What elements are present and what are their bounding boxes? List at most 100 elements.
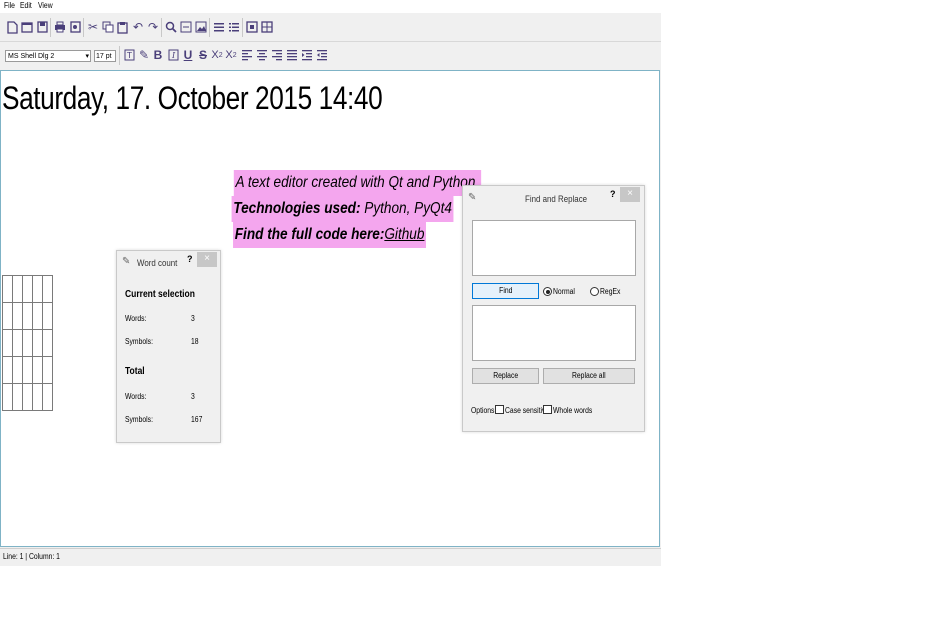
github-link[interactable]: Github xyxy=(385,226,425,243)
dialog-title: Find and Replace xyxy=(525,194,588,204)
table-cell[interactable] xyxy=(42,383,53,411)
cursor-position: Line: 1 | Column: 1 xyxy=(3,552,60,561)
banner-line-3: Find the full code here:Github xyxy=(233,222,427,248)
format-toolbar: MS Shell Dlg 2 ▾ 17 pt T ✎ B I U S X2 X2 xyxy=(0,42,661,69)
align-right-icon[interactable] xyxy=(270,47,284,63)
find-icon[interactable] xyxy=(164,19,178,35)
dialog-title: Word count xyxy=(137,258,178,268)
open-file-icon[interactable] xyxy=(20,19,34,35)
table-cell[interactable] xyxy=(42,302,53,330)
copy-icon[interactable] xyxy=(101,19,115,35)
menu-file[interactable]: File xyxy=(4,1,15,10)
font-family-select[interactable]: MS Shell Dlg 2 ▾ xyxy=(5,50,91,62)
table-cell[interactable] xyxy=(22,383,33,411)
whole-words-label: Whole words xyxy=(553,406,593,415)
document-table[interactable] xyxy=(2,275,53,411)
help-icon[interactable]: ? xyxy=(187,254,193,264)
main-toolbar: ✂ ↶ ↷ xyxy=(0,14,661,42)
dedent-icon[interactable] xyxy=(315,47,329,63)
table-cell[interactable] xyxy=(2,275,13,303)
insert-image-icon[interactable] xyxy=(179,19,193,35)
table-cell[interactable] xyxy=(42,329,53,357)
toolbar-separator xyxy=(83,18,84,37)
align-center-icon[interactable] xyxy=(255,47,269,63)
table-cell[interactable] xyxy=(32,302,43,330)
font-size-spinbox[interactable]: 17 pt xyxy=(94,50,116,62)
close-icon[interactable]: × xyxy=(620,187,640,202)
print-icon[interactable] xyxy=(53,19,67,35)
table-cell[interactable] xyxy=(2,356,13,384)
table-cell[interactable] xyxy=(12,302,23,330)
replace-input[interactable] xyxy=(472,305,636,361)
table-cell[interactable] xyxy=(12,356,23,384)
banner-tech-value: Python, PyQt4 xyxy=(360,200,452,217)
superscript-icon[interactable]: X2 xyxy=(210,47,224,63)
banner-line-1: A text editor created with Qt and Python… xyxy=(233,170,481,196)
total-symbols-label: Symbols: xyxy=(125,415,153,424)
chevron-down-icon: ▾ xyxy=(85,53,89,60)
image-icon[interactable] xyxy=(194,19,208,35)
align-justify-icon[interactable] xyxy=(285,47,299,63)
subscript-icon[interactable]: X2 xyxy=(224,47,238,63)
menu-edit[interactable]: Edit xyxy=(20,1,32,10)
find-button[interactable]: Find xyxy=(472,283,539,299)
close-icon[interactable]: × xyxy=(197,252,217,267)
save-icon[interactable] xyxy=(35,19,49,35)
toolbar-separator xyxy=(50,18,51,37)
menu-view[interactable]: View xyxy=(38,1,53,10)
table-cell[interactable] xyxy=(12,383,23,411)
underline-icon[interactable]: U xyxy=(181,47,195,63)
font-color-icon[interactable]: T xyxy=(122,47,136,63)
bullet-list-icon[interactable] xyxy=(212,19,226,35)
svg-text:T: T xyxy=(126,51,132,60)
indent-icon[interactable] xyxy=(300,47,314,63)
undo-icon[interactable]: ↶ xyxy=(131,19,145,35)
replace-all-button[interactable]: Replace all xyxy=(543,368,635,384)
whole-words-checkbox[interactable] xyxy=(543,405,552,414)
redo-icon[interactable]: ↷ xyxy=(146,19,160,35)
bold-icon[interactable]: B xyxy=(151,47,165,63)
options-label: Options: xyxy=(471,406,497,415)
toolbar-separator xyxy=(161,18,162,37)
find-input[interactable] xyxy=(472,220,636,276)
table-cell[interactable] xyxy=(32,329,43,357)
table-cell[interactable] xyxy=(2,302,13,330)
table-cell[interactable] xyxy=(12,329,23,357)
case-sensitive-checkbox[interactable] xyxy=(495,405,504,414)
feather-icon: ✎ xyxy=(122,256,131,267)
italic-icon[interactable]: I xyxy=(166,47,180,63)
table-cell[interactable] xyxy=(42,275,53,303)
font-family-value: MS Shell Dlg 2 xyxy=(8,53,55,60)
font-size-value: 17 pt xyxy=(96,53,112,60)
strikethrough-icon[interactable]: S xyxy=(196,47,210,63)
table-cell[interactable] xyxy=(42,356,53,384)
normal-radio[interactable] xyxy=(543,287,552,296)
table-cell[interactable] xyxy=(22,356,33,384)
help-icon[interactable]: ? xyxy=(610,189,616,199)
toolbar-separator xyxy=(242,18,243,37)
table-cell[interactable] xyxy=(22,275,33,303)
align-left-icon[interactable] xyxy=(240,47,254,63)
highlight-icon[interactable]: ✎ xyxy=(137,47,151,63)
table-cell[interactable] xyxy=(32,275,43,303)
svg-text:I: I xyxy=(171,51,176,60)
insert-date-icon[interactable] xyxy=(245,19,259,35)
normal-label: Normal xyxy=(553,287,575,296)
table-cell[interactable] xyxy=(22,302,33,330)
numbered-list-icon[interactable] xyxy=(227,19,241,35)
feather-icon: ✎ xyxy=(468,192,477,203)
table-cell[interactable] xyxy=(32,356,43,384)
regex-radio[interactable] xyxy=(590,287,599,296)
replace-button[interactable]: Replace xyxy=(472,368,539,384)
table-cell[interactable] xyxy=(32,383,43,411)
insert-table-icon[interactable] xyxy=(260,19,274,35)
cut-icon[interactable]: ✂ xyxy=(86,19,100,35)
table-cell[interactable] xyxy=(22,329,33,357)
words-label: Words: xyxy=(125,314,147,323)
new-file-icon[interactable] xyxy=(5,19,19,35)
table-cell[interactable] xyxy=(2,329,13,357)
table-cell[interactable] xyxy=(2,383,13,411)
preview-icon[interactable] xyxy=(68,19,82,35)
paste-icon[interactable] xyxy=(116,19,130,35)
table-cell[interactable] xyxy=(12,275,23,303)
